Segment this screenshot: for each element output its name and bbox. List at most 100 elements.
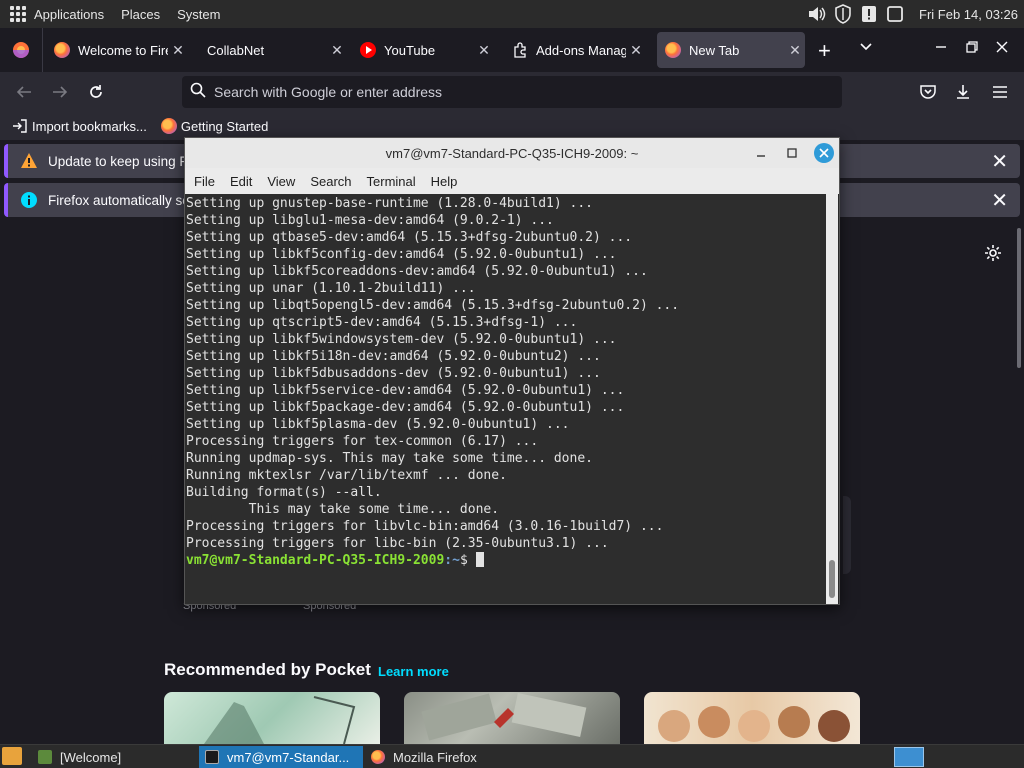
terminal-line: Processing triggers for libc-bin (2.35-0… — [186, 536, 609, 551]
firefox-view-icon[interactable] — [12, 41, 30, 59]
tab-close-icon[interactable]: ✕ — [474, 42, 494, 59]
list-all-tabs-chevron-icon[interactable] — [859, 40, 873, 59]
firefox-icon — [160, 118, 177, 134]
terminal-line: Setting up libkf5i18n-dev:amd64 (5.92.0-… — [186, 349, 601, 364]
app-icon — [38, 750, 52, 764]
alert-icon[interactable] — [859, 4, 879, 24]
tab-close-icon[interactable]: ✕ — [626, 42, 646, 59]
terminal-line: Setting up libkf5coreaddons-dev:amd64 (5… — [186, 264, 648, 279]
terminal-line: Setting up libkf5package-dev:amd64 (5.92… — [186, 400, 625, 415]
terminal-line: Running updmap-sys. This may take some t… — [186, 451, 593, 466]
terminal-titlebar[interactable]: vm7@vm7-Standard-PC-Q35-ICH9-2009: ~ — [185, 138, 839, 168]
terminal-line: Setting up libkf5service-dev:amd64 (5.92… — [186, 383, 625, 398]
bottom-taskbar: [Welcome] vm7@vm7-Standar... Mozilla Fir… — [0, 744, 1024, 768]
menu-places[interactable]: Places — [121, 7, 160, 22]
tab-title: CollabNet — [207, 42, 265, 58]
minimize-icon[interactable] — [751, 143, 771, 163]
hamburger-menu-icon[interactable] — [988, 80, 1012, 104]
menu-help[interactable]: Help — [431, 174, 458, 189]
notification-text: Update to keep using F — [48, 153, 188, 169]
show-desktop-icon[interactable] — [2, 747, 22, 765]
task-label: Mozilla Firefox — [393, 749, 477, 765]
terminal-menubar: File Edit View Search Terminal Help — [185, 168, 839, 194]
terminal-line: Setting up libglu1-mesa-dev:amd64 (9.0.2… — [186, 213, 554, 228]
menu-terminal[interactable]: Terminal — [367, 174, 416, 189]
pocket-icon[interactable] — [916, 80, 940, 104]
close-icon[interactable] — [814, 143, 834, 163]
menu-edit[interactable]: Edit — [230, 174, 252, 189]
terminal-output[interactable]: Setting up gnustep-base-runtime (1.28.0-… — [185, 194, 827, 604]
bookmark-getting-started[interactable]: Getting Started — [160, 118, 269, 134]
pocket-card-image[interactable] — [404, 692, 620, 744]
close-icon[interactable]: ✕ — [991, 149, 1008, 174]
url-bar[interactable] — [182, 76, 842, 108]
tab-collabnet[interactable]: CollabNet ✕ — [207, 32, 347, 68]
new-tab-plus-icon[interactable]: + — [818, 38, 831, 64]
terminal-prompt-line[interactable]: vm7@vm7-Standard-PC-Q35-ICH9-2009:~$ — [186, 552, 827, 569]
text-cursor — [475, 552, 484, 567]
pocket-section-title: Recommended by Pocket — [164, 660, 371, 679]
prompt-symbol: $ — [459, 553, 468, 568]
firefox-icon — [54, 42, 70, 58]
terminal-line: Building format(s) --all. — [186, 485, 382, 500]
volume-icon[interactable] — [807, 4, 827, 24]
url-input[interactable] — [214, 84, 814, 100]
back-arrow-icon[interactable] — [12, 80, 36, 104]
close-window-icon[interactable] — [995, 40, 1009, 59]
tab-youtube[interactable]: YouTube ✕ — [360, 32, 494, 68]
task-welcome[interactable]: [Welcome] — [32, 746, 196, 768]
system-top-panel: Applications Places System Fri Feb 14, 0… — [0, 0, 1024, 28]
tab-addons[interactable]: Add-ons Manag ✕ — [512, 32, 646, 68]
menu-file[interactable]: File — [194, 174, 215, 189]
terminal-line: Setting up libkf5config-dev:amd64 (5.92.… — [186, 247, 617, 262]
terminal-line: Setting up unar (1.10.1-2build11) ... — [186, 281, 476, 296]
menu-search[interactable]: Search — [310, 174, 351, 189]
restore-icon[interactable] — [965, 40, 979, 59]
shortcut-tile[interactable] — [843, 496, 851, 574]
terminal-line: Setting up libqt5opengl5-dev:amd64 (5.15… — [186, 298, 680, 313]
pocket-card-image[interactable] — [164, 692, 380, 744]
terminal-line: Setting up libkf5dbusaddons-dev (5.92.0-… — [186, 366, 601, 381]
bookmark-label: Getting Started — [180, 118, 269, 134]
workspace-switcher[interactable] — [894, 747, 924, 767]
search-icon — [190, 82, 206, 103]
menu-view[interactable]: View — [267, 174, 295, 189]
window-icon[interactable] — [885, 4, 905, 24]
maximize-icon[interactable] — [782, 143, 802, 163]
menu-applications[interactable]: Applications — [34, 7, 104, 22]
clock[interactable]: Fri Feb 14, 03:26 — [919, 7, 1018, 22]
navigation-toolbar — [0, 72, 1024, 112]
terminal-line: Setting up gnustep-base-runtime (1.28.0-… — [186, 196, 593, 211]
applications-grid-icon[interactable] — [10, 6, 26, 22]
prompt-user: vm7@vm7-Standard-PC-Q35-ICH9-2009 — [186, 553, 445, 568]
terminal-scrollbar[interactable] — [826, 194, 838, 604]
terminal-window[interactable]: vm7@vm7-Standard-PC-Q35-ICH9-2009: ~ Fil… — [184, 137, 840, 605]
terminal-scroll-thumb[interactable] — [829, 560, 835, 598]
pocket-card-image[interactable] — [644, 692, 860, 744]
firefox-icon — [665, 42, 681, 58]
task-terminal[interactable]: vm7@vm7-Standar... — [199, 746, 363, 768]
close-icon[interactable]: ✕ — [991, 188, 1008, 213]
tab-close-icon[interactable]: ✕ — [785, 42, 805, 59]
browser-tab-bar: Welcome to Fire ✕ CollabNet ✕ YouTube ✕ … — [0, 28, 1024, 72]
menu-system[interactable]: System — [177, 7, 220, 22]
tab-title: Welcome to Fire — [78, 42, 168, 58]
minimize-icon[interactable] — [934, 40, 948, 59]
task-firefox[interactable]: Mozilla Firefox — [365, 746, 529, 768]
bookmark-label: Import bookmarks... — [32, 118, 147, 134]
tab-welcome[interactable]: Welcome to Fire ✕ — [54, 32, 188, 68]
terminal-line: Setting up qtbase5-dev:amd64 (5.15.3+dfs… — [186, 230, 633, 245]
page-scrollbar[interactable] — [1017, 228, 1021, 368]
tab-close-icon[interactable]: ✕ — [327, 42, 347, 59]
downloads-icon[interactable] — [951, 80, 975, 104]
forward-arrow-icon[interactable] — [48, 80, 72, 104]
puzzle-icon — [512, 42, 528, 58]
bookmark-import[interactable]: Import bookmarks... — [12, 118, 147, 134]
tab-new-tab[interactable]: New Tab ✕ — [657, 32, 805, 68]
pocket-learn-more-link[interactable]: Learn more — [378, 664, 449, 679]
gear-icon[interactable] — [984, 244, 1002, 267]
shield-icon[interactable] — [833, 4, 853, 24]
reload-icon[interactable] — [84, 80, 108, 104]
tab-divider — [42, 28, 43, 72]
tab-close-icon[interactable]: ✕ — [168, 42, 188, 59]
